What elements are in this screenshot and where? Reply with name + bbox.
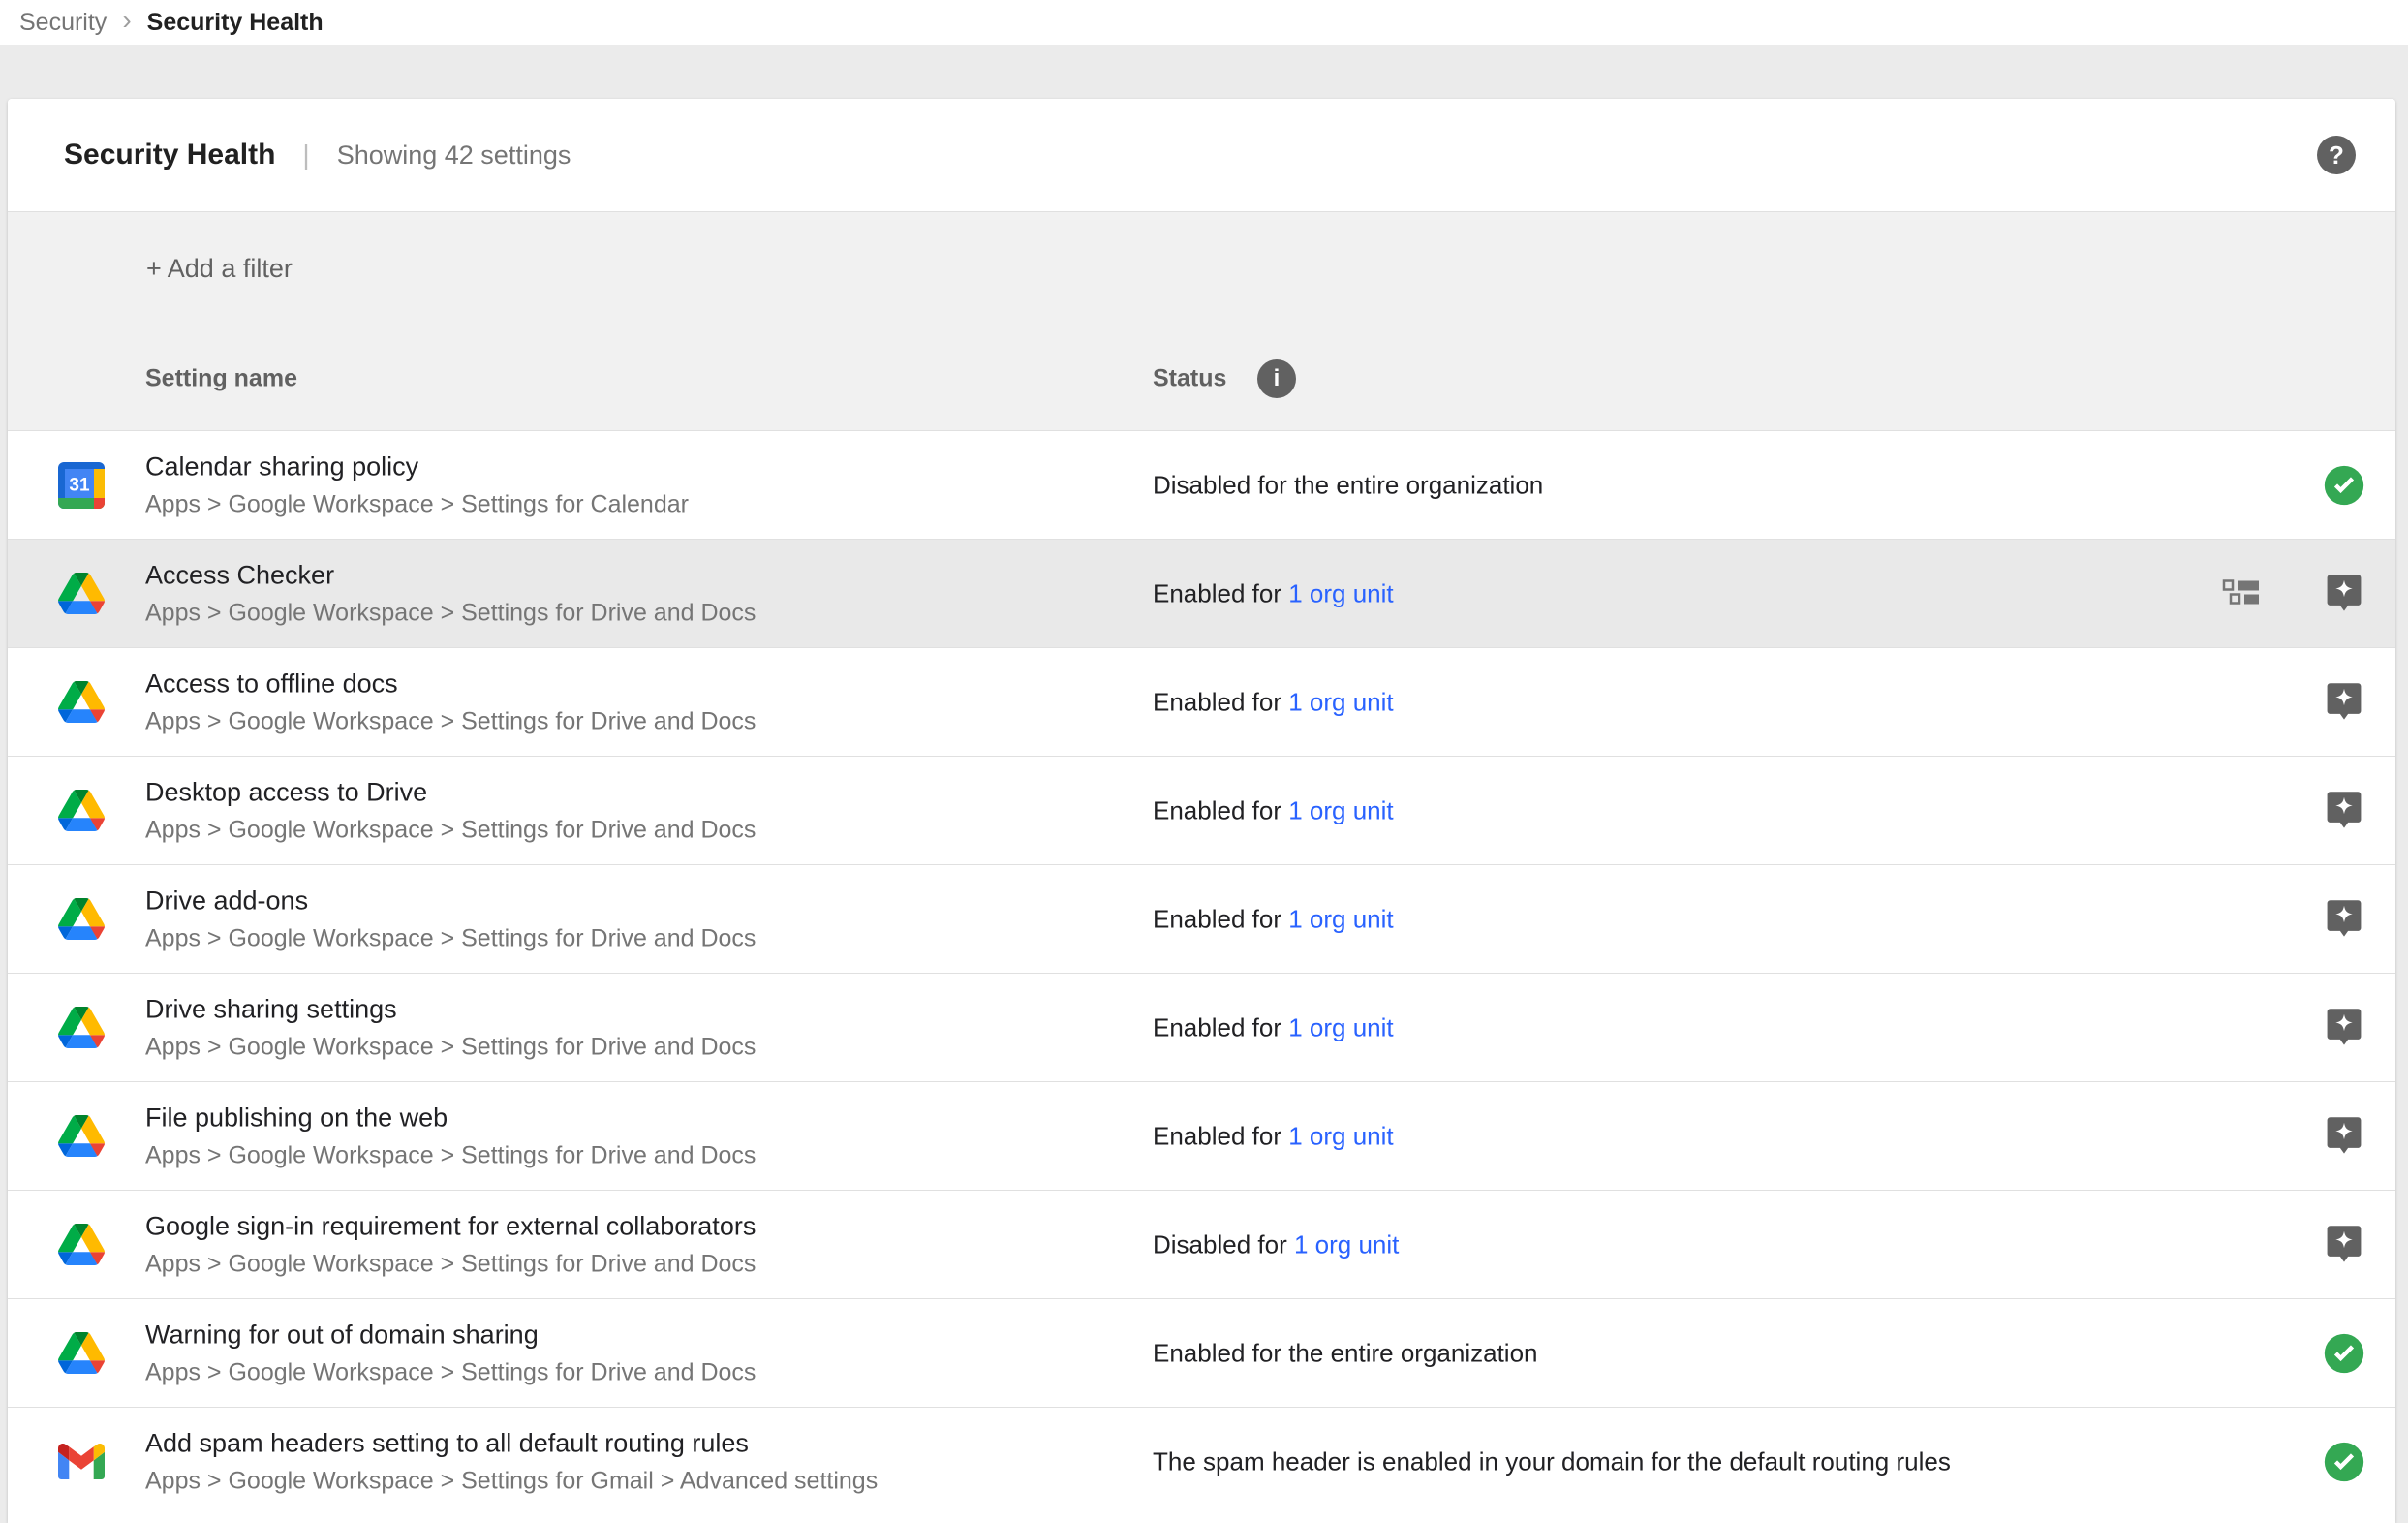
org-unit-link[interactable]: 1 org unit <box>1294 1229 1399 1259</box>
table-row[interactable]: Google sign-in requirement for external … <box>8 1190 2395 1298</box>
status-cell: Disabled for 1 org unit <box>1153 1229 1399 1259</box>
setting-path: Apps > Google Workspace > Settings for D… <box>145 924 756 952</box>
drive-icon <box>58 571 105 617</box>
status-text: Enabled for <box>1153 1012 1288 1041</box>
suggestion-icon[interactable] <box>2323 789 2365 833</box>
setting-name: Access Checker <box>145 560 756 590</box>
settings-table: 31 Calendar sharing policy Apps > Google… <box>8 430 2395 1515</box>
org-units-icon <box>2222 577 2261 609</box>
setting-path: Apps > Google Workspace > Settings for D… <box>145 1141 756 1169</box>
drive-icon <box>58 1113 105 1160</box>
status-text: Enabled for <box>1153 1121 1288 1150</box>
table-row[interactable]: Drive add-ons Apps > Google Workspace > … <box>8 864 2395 973</box>
setting-name: File publishing on the web <box>145 1103 756 1133</box>
table-row[interactable]: Desktop access to Drive Apps > Google Wo… <box>8 756 2395 864</box>
setting-path: Apps > Google Workspace > Settings for D… <box>145 707 756 735</box>
setting-path: Apps > Google Workspace > Settings for D… <box>145 816 756 844</box>
setting-name: Add spam headers setting to all default … <box>145 1428 878 1458</box>
setting-path: Apps > Google Workspace > Settings for D… <box>145 1358 756 1386</box>
status-cell: Enabled for 1 org unit <box>1153 1012 1394 1042</box>
column-header-status: Status <box>1153 364 1226 392</box>
setting-path: Apps > Google Workspace > Settings for D… <box>145 1250 756 1278</box>
security-health-card: Security Health | Showing 42 settings ? … <box>8 99 2395 1523</box>
suggestion-icon[interactable] <box>2323 897 2365 942</box>
suggestion-icon[interactable] <box>2323 680 2365 725</box>
suggestion-icon[interactable] <box>2323 1006 2365 1050</box>
table-row[interactable]: Access to offline docs Apps > Google Wor… <box>8 647 2395 756</box>
filter-bar: + Add a filter <box>8 212 2395 326</box>
org-unit-link[interactable]: 1 org unit <box>1288 578 1393 607</box>
table-row[interactable]: Access Checker Apps > Google Workspace >… <box>8 539 2395 647</box>
drive-icon <box>58 1005 105 1051</box>
status-cell: Enabled for 1 org unit <box>1153 904 1394 934</box>
card-header: Security Health | Showing 42 settings ? <box>8 99 2395 211</box>
status-text: Disabled for <box>1153 1229 1294 1259</box>
setting-name: Desktop access to Drive <box>145 777 756 807</box>
table-row[interactable]: File publishing on the web Apps > Google… <box>8 1081 2395 1190</box>
status-text: Enabled for the entire organization <box>1153 1338 1538 1367</box>
breadcrumb-current-page: Security Health <box>147 9 324 37</box>
suggestion-icon[interactable] <box>2323 1114 2365 1159</box>
status-cell: Enabled for 1 org unit <box>1153 687 1394 717</box>
org-unit-link[interactable]: 1 org unit <box>1288 904 1393 933</box>
svg-text:31: 31 <box>69 475 90 495</box>
status-cell: Disabled for the entire organization <box>1153 470 1543 500</box>
status-text: Enabled for <box>1153 687 1288 716</box>
gmail-icon <box>58 1439 105 1485</box>
org-unit-link[interactable]: 1 org unit <box>1288 1012 1393 1041</box>
status-info-icon[interactable]: i <box>1257 359 1296 398</box>
table-row[interactable]: Warning for out of domain sharing Apps >… <box>8 1298 2395 1407</box>
settings-count-label: Showing 42 settings <box>337 140 571 171</box>
setting-name: Drive add-ons <box>145 886 756 916</box>
toolbar-section: + Add a filter Setting name Status i <box>8 211 2395 430</box>
status-ok-icon[interactable] <box>2323 1331 2365 1376</box>
status-ok-icon[interactable] <box>2323 1440 2365 1484</box>
drive-icon <box>58 1222 105 1268</box>
status-text: The spam header is enabled in your domai… <box>1153 1446 1951 1476</box>
setting-name: Drive sharing settings <box>145 994 756 1024</box>
status-text: Enabled for <box>1153 795 1288 824</box>
drive-icon <box>58 679 105 726</box>
title-divider: | <box>302 140 309 171</box>
setting-path: Apps > Google Workspace > Settings for D… <box>145 1033 756 1061</box>
drive-icon <box>58 896 105 943</box>
setting-name: Warning for out of domain sharing <box>145 1320 756 1350</box>
status-cell: Enabled for the entire organization <box>1153 1338 1538 1368</box>
column-header-setting-name: Setting name <box>145 364 297 392</box>
status-ok-icon[interactable] <box>2323 463 2365 508</box>
breadcrumb-security-link[interactable]: Security <box>19 9 107 37</box>
suggestion-icon[interactable] <box>2323 572 2365 616</box>
status-cell: Enabled for 1 org unit <box>1153 795 1394 825</box>
status-cell: The spam header is enabled in your domai… <box>1153 1446 1951 1476</box>
help-icon[interactable]: ? <box>2317 136 2356 174</box>
setting-path: Apps > Google Workspace > Settings for C… <box>145 490 689 518</box>
org-unit-link[interactable]: 1 org unit <box>1288 687 1393 716</box>
org-unit-link[interactable]: 1 org unit <box>1288 795 1393 824</box>
calendar-icon: 31 <box>58 462 105 509</box>
setting-name: Google sign-in requirement for external … <box>145 1211 756 1241</box>
drive-icon <box>58 1330 105 1377</box>
setting-name: Access to offline docs <box>145 668 756 699</box>
status-cell: Enabled for 1 org unit <box>1153 1121 1394 1151</box>
table-row[interactable]: Add spam headers setting to all default … <box>8 1407 2395 1515</box>
status-cell: Enabled for 1 org unit <box>1153 578 1394 608</box>
breadcrumb: Security › Security Health <box>0 0 2408 45</box>
status-text: Enabled for <box>1153 578 1288 607</box>
status-text: Enabled for <box>1153 904 1288 933</box>
chevron-right-icon: › <box>122 7 131 38</box>
table-row[interactable]: Drive sharing settings Apps > Google Wor… <box>8 973 2395 1081</box>
filter-icon[interactable] <box>56 261 91 278</box>
page-title: Security Health <box>64 139 275 171</box>
setting-path: Apps > Google Workspace > Settings for G… <box>145 1467 878 1495</box>
add-filter-button[interactable]: + Add a filter <box>146 254 293 284</box>
setting-path: Apps > Google Workspace > Settings for D… <box>145 599 756 627</box>
table-header-row: Setting name Status i <box>8 326 2395 430</box>
status-text: Disabled for the entire organization <box>1153 470 1543 499</box>
setting-name: Calendar sharing policy <box>145 451 689 482</box>
suggestion-icon[interactable] <box>2323 1223 2365 1267</box>
org-unit-link[interactable]: 1 org unit <box>1288 1121 1393 1150</box>
table-row[interactable]: 31 Calendar sharing policy Apps > Google… <box>8 430 2395 539</box>
drive-icon <box>58 788 105 834</box>
